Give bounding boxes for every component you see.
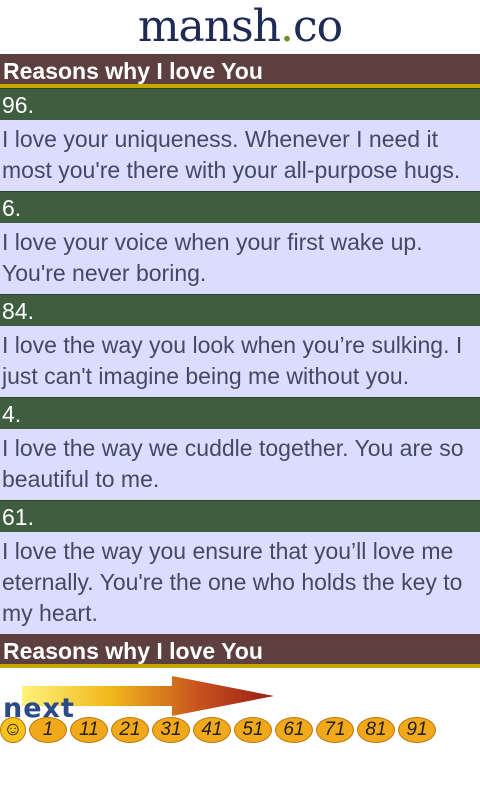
section-title-top: Reasons why I love You — [0, 54, 480, 88]
pagination: ☺ 1 11 21 31 41 51 61 71 81 91 — [0, 717, 436, 743]
logo-main: mansh — [137, 1, 281, 52]
item-text: I love the way you ensure that you’ll lo… — [0, 532, 480, 634]
list-item: 84. I love the way you look when you’re … — [0, 294, 480, 397]
smile-icon[interactable]: ☺ — [0, 717, 26, 743]
list-item: 96. I love your uniqueness. Whenever I n… — [0, 88, 480, 191]
page-link[interactable]: 61 — [275, 717, 313, 743]
item-number: 84. — [0, 294, 480, 326]
item-text: I love the way we cuddle together. You a… — [0, 429, 480, 500]
page-link[interactable]: 51 — [234, 717, 272, 743]
item-number: 61. — [0, 500, 480, 532]
logo-tld: co — [293, 1, 343, 52]
list-item: 4. I love the way we cuddle together. Yo… — [0, 397, 480, 500]
list-item: 61. I love the way you ensure that you’l… — [0, 500, 480, 634]
page-link[interactable]: 31 — [152, 717, 190, 743]
page-link[interactable]: 81 — [357, 717, 395, 743]
reasons-list: 96. I love your uniqueness. Whenever I n… — [0, 88, 480, 634]
footer-nav: next ☺ 1 11 21 31 41 51 61 71 81 91 — [0, 668, 480, 743]
item-number: 96. — [0, 88, 480, 120]
page-link[interactable]: 1 — [29, 717, 67, 743]
item-text: I love your uniqueness. Whenever I need … — [0, 120, 480, 191]
item-text: I love the way you look when you’re sulk… — [0, 326, 480, 397]
item-number: 6. — [0, 191, 480, 223]
page-link[interactable]: 71 — [316, 717, 354, 743]
item-number: 4. — [0, 397, 480, 429]
section-title-bottom: Reasons why I love You — [0, 634, 480, 668]
page-link[interactable]: 21 — [111, 717, 149, 743]
site-logo[interactable]: mansh.co — [0, 0, 480, 54]
page-link[interactable]: 11 — [70, 717, 108, 743]
list-item: 6. I love your voice when your first wak… — [0, 191, 480, 294]
logo-dot: . — [280, 1, 294, 52]
page-link[interactable]: 91 — [398, 717, 436, 743]
item-text: I love your voice when your first wake u… — [0, 223, 480, 294]
page-link[interactable]: 41 — [193, 717, 231, 743]
